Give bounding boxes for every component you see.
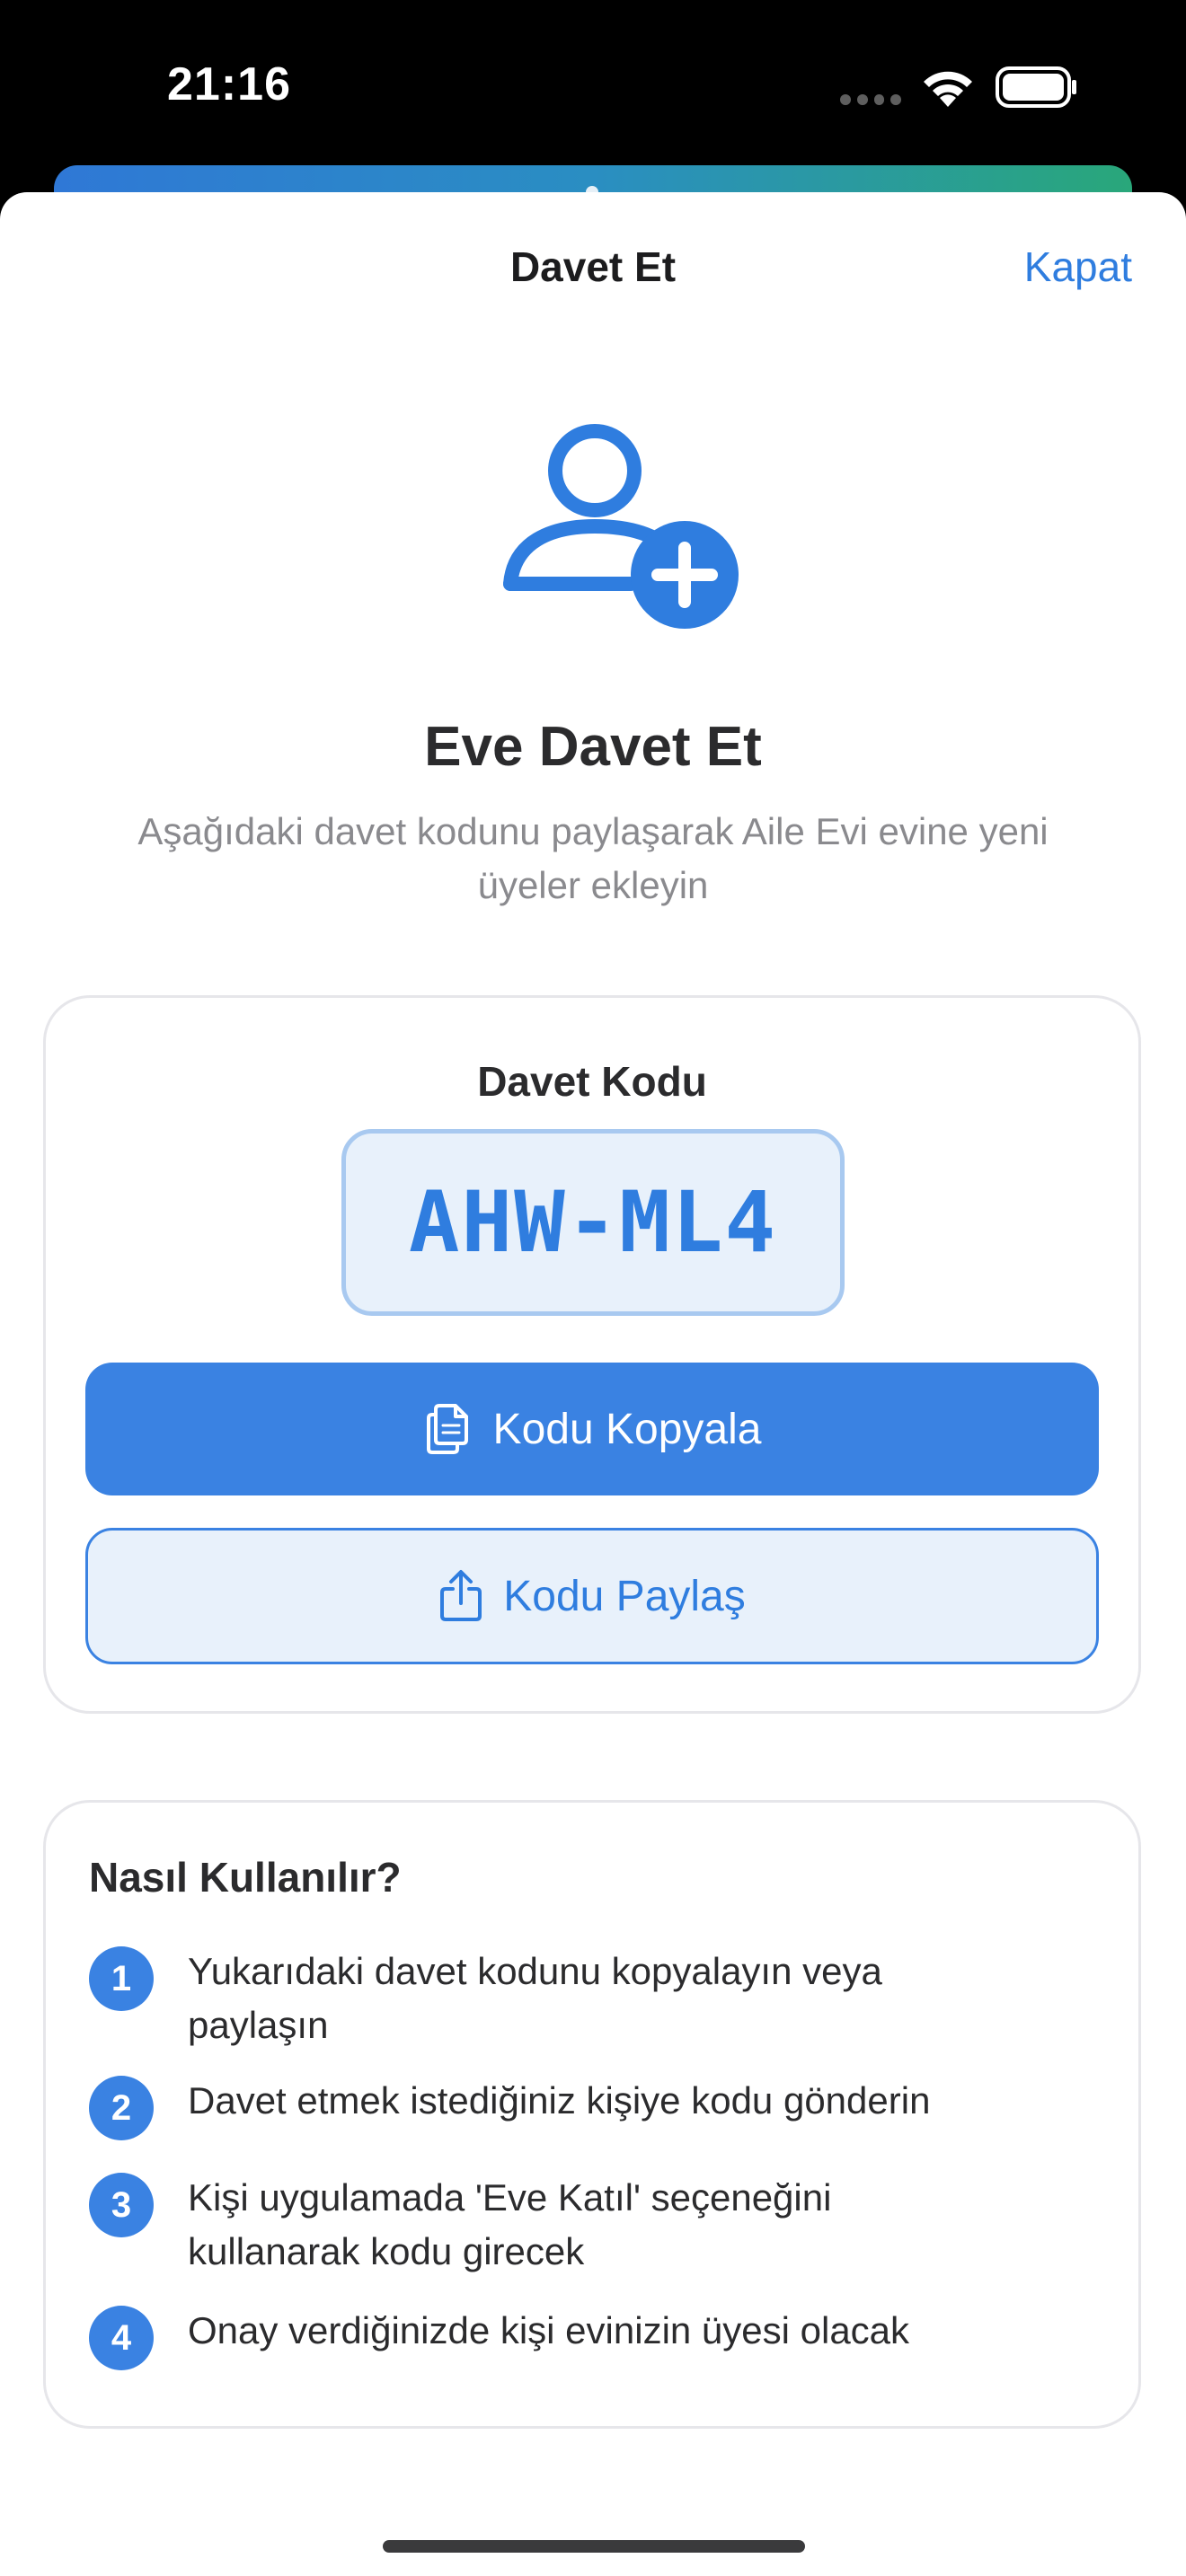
invite-code-value: AHW-ML4 [408,1173,778,1272]
person-add-icon [503,424,739,629]
invite-code-label: Davet Kodu [477,1058,707,1105]
share-code-button[interactable]: Kodu Paylaş [85,1528,1099,1664]
step-text: Davet etmek istediğiniz kişiye kodu gönd… [188,2079,931,2122]
step-text: Onay verdiğinizde kişi evinizin üyesi ol… [188,2309,910,2351]
how-to-card: Nasıl Kullanılır? 1 Yukarıdaki davet kod… [43,1800,1141,2429]
signal-dots-icon [840,94,901,105]
status-time: 21:16 [167,58,291,110]
invite-sheet: Davet Et Kapat Eve Davet Et Aşağıdaki da… [0,192,1186,2576]
nav-title: Davet Et [509,243,677,290]
share-icon [440,1570,482,1621]
step-number-badge: 2 [89,2076,154,2140]
wifi-icon [924,71,972,107]
copy-icon [426,1404,468,1454]
page-heading: Eve Davet Et [424,716,762,778]
step-text: Yukarıdaki davet kodunu kopyalayın veya … [188,1950,882,2046]
step-text: Kişi uygulamada 'Eve Katıl' seçeneğini k… [188,2176,832,2272]
close-button[interactable]: Kapat [1024,243,1132,291]
copy-code-label: Kodu Kopyala [492,1405,762,1453]
how-to-title: Nasıl Kullanılır? [89,1854,402,1901]
screen: 21:16 Davet Et Kapat Eve Davet Et Aşağıd… [0,0,1186,2576]
step-number-badge: 3 [89,2173,154,2237]
copy-code-button[interactable]: Kodu Kopyala [85,1363,1099,1495]
battery-icon [996,66,1076,108]
page-subtitle: Aşağıdaki davet kodunu paylaşarak Aile E… [137,810,1049,906]
invite-code-box[interactable]: AHW-ML4 [341,1129,845,1316]
invite-code-card: Davet Kodu AHW-ML4 Kodu Kopyala Kodu Pay… [43,995,1141,1714]
step-number-badge: 1 [89,1946,154,2011]
home-indicator[interactable] [383,2540,805,2553]
step-number-badge: 4 [89,2306,154,2370]
share-code-label: Kodu Paylaş [503,1572,746,1620]
status-bar: 21:16 [0,0,1186,171]
